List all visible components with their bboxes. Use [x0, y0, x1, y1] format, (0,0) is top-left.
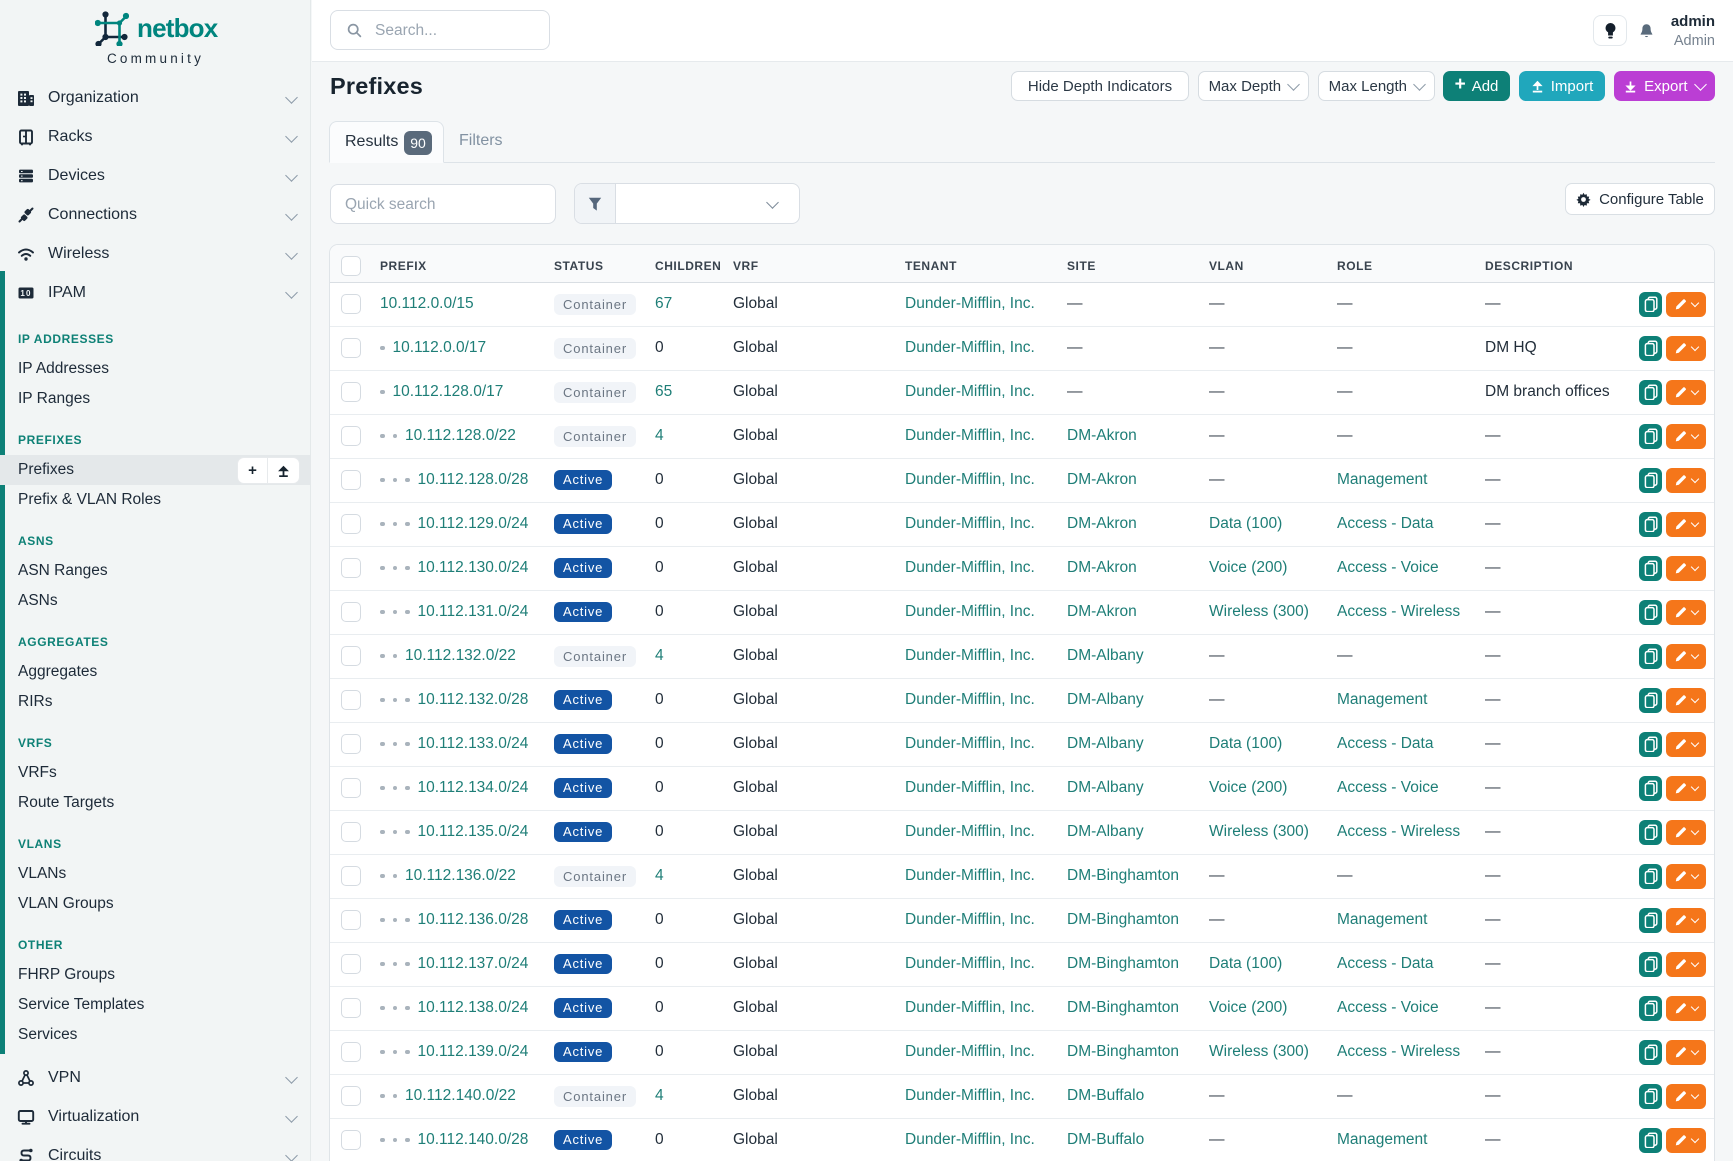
- svg-text:1: 1: [20, 288, 25, 297]
- svg-text:0: 0: [26, 288, 31, 297]
